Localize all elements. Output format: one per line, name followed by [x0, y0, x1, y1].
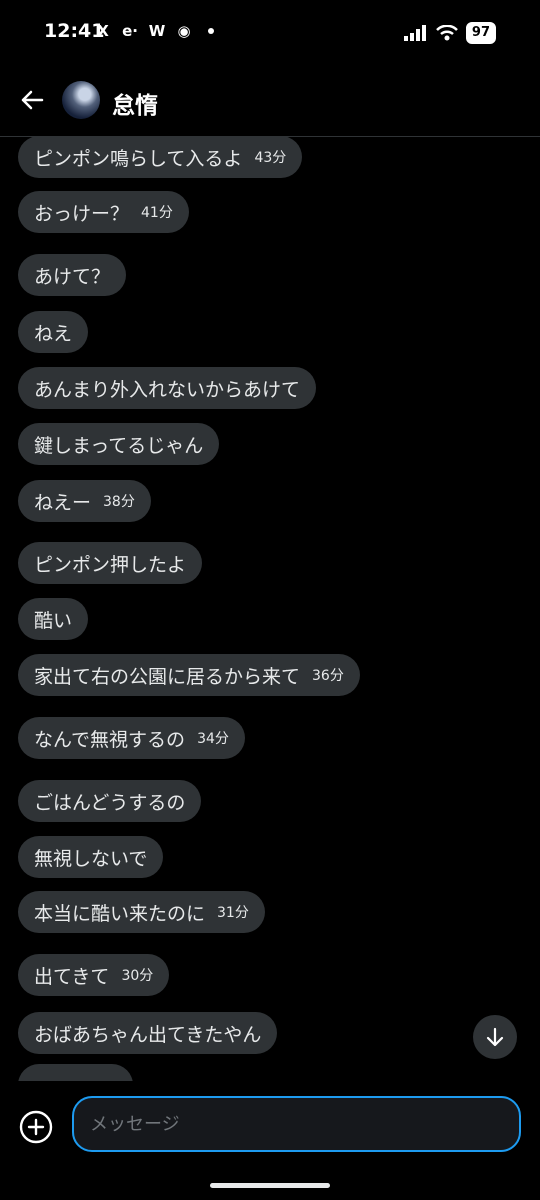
wifi-icon	[436, 25, 458, 41]
message-text: おばあちゃん出てきたやん	[34, 1023, 262, 1046]
message-text: おっけー？	[34, 202, 130, 225]
message-text: 酷い	[34, 609, 73, 632]
message-bubble[interactable]: ピンポン鳴らして入るよ 43分	[18, 137, 303, 178]
message-text: 家出て右の公園に居るから来て	[34, 665, 301, 688]
message-list[interactable]: ピンポン鳴らして入るよ 43分 おっけー？ 41分 あけて？ ねえ あんまり外入れな…	[0, 137, 540, 1081]
message-time: 34分	[197, 731, 229, 747]
message-time: 31分	[217, 905, 249, 921]
status-indicators: 97	[403, 22, 496, 44]
arrow-down-icon	[486, 1027, 504, 1047]
message-text: あけて？	[34, 265, 111, 288]
w-app-icon: W	[148, 22, 166, 40]
message-text: 無視しないで	[34, 847, 148, 870]
add-attachment-button[interactable]	[18, 1109, 54, 1145]
message-text: なんで無視するの	[34, 728, 186, 751]
message-bubble[interactable]: 家出て右の公園に居るから来て 36分	[18, 654, 360, 696]
avatar[interactable]	[62, 81, 100, 119]
plus-circle-icon	[19, 1110, 53, 1144]
arrow-left-icon	[21, 90, 44, 110]
home-indicator	[210, 1183, 330, 1188]
message-bubble[interactable]: 本当に酷い来たのに 31分	[18, 891, 265, 933]
message-bubble[interactable]: 鍵しまってるじゃん	[18, 423, 220, 465]
e-app-icon: e·	[122, 22, 138, 40]
message-input[interactable]	[72, 1096, 521, 1152]
message-bubble[interactable]: おばあちゃん出てきたやん	[18, 1012, 278, 1054]
message-text: あんまり外入れないからあけて	[34, 378, 301, 401]
scroll-to-bottom-button[interactable]	[473, 1015, 517, 1059]
message-time: 43分	[254, 150, 287, 166]
message-text: ピンポン押したよ	[34, 553, 187, 576]
message-time: 30分	[121, 968, 154, 984]
signal-icon	[403, 25, 426, 41]
message-bubble[interactable]: あけて？	[18, 254, 127, 296]
notification-dot-icon	[208, 28, 214, 34]
message-bubble[interactable]: あんまり外入れないからあけて	[18, 367, 317, 409]
x-app-icon: X	[97, 22, 109, 40]
message-bubble[interactable]: ねえ	[18, 311, 89, 353]
chat-title[interactable]: 怠惰	[112, 86, 158, 120]
message-bubble[interactable]: 出てきて 30分	[18, 954, 170, 996]
message-text: 本当に酷い来たのに	[34, 902, 206, 925]
message-bubble[interactable]: ピンポン押したよ	[18, 542, 203, 584]
message-bubble[interactable]: おっけー？ 41分	[18, 191, 189, 233]
message-time: 38分	[103, 494, 135, 510]
message-bubble[interactable]: ごはんどうするの	[18, 780, 202, 822]
message-bubble[interactable]: 無視しないで	[18, 836, 164, 878]
message-bubble[interactable]: 酷い	[18, 598, 89, 640]
message-bubble[interactable]	[18, 1064, 133, 1081]
message-composer	[0, 1081, 540, 1200]
message-time: 36分	[312, 668, 344, 684]
message-text: ごはんどうするの	[34, 791, 186, 814]
battery-indicator: 97	[465, 22, 496, 44]
circle-app-icon: ◉	[177, 22, 191, 40]
message-text: ピンポン鳴らして入るよ	[34, 147, 243, 170]
message-text: 鍵しまってるじゃん	[34, 434, 204, 457]
status-bar: 12:41 X e· W ◉ 97	[0, 0, 540, 64]
back-button[interactable]	[14, 82, 50, 118]
status-app-icons: X e· W ◉	[94, 22, 214, 40]
message-bubble[interactable]: ねえー 38分	[18, 480, 151, 522]
chat-header: 怠惰	[0, 64, 540, 137]
message-text: 出てきて	[34, 965, 110, 988]
message-bubble[interactable]: なんで無視するの 34分	[18, 717, 245, 759]
message-text: ねえー	[34, 491, 92, 514]
message-text: ねえ	[34, 322, 73, 345]
message-time: 41分	[141, 205, 173, 221]
